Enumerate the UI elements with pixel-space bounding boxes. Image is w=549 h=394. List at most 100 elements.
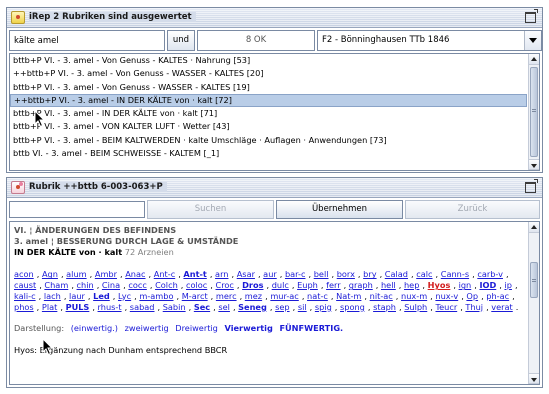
rubric-list[interactable]: bttb+P VI. - 3. amel - Von Genuss - KALT… (9, 53, 540, 171)
remedy-link[interactable]: Lyc (118, 291, 131, 301)
remedy-link[interactable]: Thuj (465, 302, 483, 312)
remedy-link[interactable]: acon (14, 269, 34, 279)
titlebar[interactable]: iRep 2 Rubriken sind ausgewertet (7, 8, 542, 28)
remedy-link[interactable]: Led (93, 291, 110, 301)
remedy-link[interactable]: nux-v (435, 291, 458, 301)
remedy-link[interactable]: arn (215, 269, 228, 279)
remedy-link[interactable]: Nat-m (336, 291, 361, 301)
remedy-link[interactable]: ph-ac (486, 291, 509, 301)
remedy-link[interactable]: Ant-c (154, 269, 175, 279)
titlebar[interactable]: Rubrik ++bttb 6-003-063+P (7, 178, 542, 198)
remedy-link[interactable]: Hyos (428, 280, 451, 290)
search-button[interactable]: Suchen (147, 200, 274, 219)
accept-button[interactable]: Übernehmen (276, 200, 403, 219)
scroll-up-icon[interactable] (529, 222, 539, 233)
scroll-thumb[interactable] (530, 262, 538, 298)
list-item[interactable]: bttb+P VI. - 3. amel - BEIM KALTWERDEN ·… (10, 134, 527, 147)
remedy-link[interactable]: sel (218, 302, 230, 312)
remedy-link[interactable]: M-arct (182, 291, 208, 301)
list-item[interactable]: bttb+P VI. - 3. amel - Von Genuss - WASS… (10, 81, 527, 94)
remedy-link[interactable]: nux-m (401, 291, 427, 301)
remedy-link[interactable]: Dros (242, 280, 263, 290)
remedy-link[interactable]: aur (263, 269, 277, 279)
list-item[interactable]: bttb+P VI. - 3. amel - IN DER KÄLTE von … (10, 107, 527, 120)
remedy-link[interactable]: Teucr (435, 302, 457, 312)
remedy-link[interactable]: Sulph (404, 302, 427, 312)
remedy-link[interactable]: rhus-t (98, 302, 122, 312)
remedy-link[interactable]: chin (77, 280, 94, 290)
remedy-link[interactable]: bar-c (285, 269, 306, 279)
remedy-link[interactable]: nat-c (307, 291, 328, 301)
list-item[interactable]: bttb VI. - 3. amel - BEIM SCHWEISSE - KA… (10, 147, 527, 160)
scroll-thumb[interactable] (530, 67, 538, 157)
maximize-icon[interactable] (525, 179, 538, 193)
remedy-link[interactable]: Sec (194, 302, 210, 312)
chevron-down-icon[interactable] (524, 31, 541, 50)
remedy-link[interactable]: bry (363, 269, 376, 279)
und-button[interactable]: und (167, 30, 195, 51)
remedy-link[interactable]: Calad (385, 269, 408, 279)
remedy-link[interactable]: verat (491, 302, 512, 312)
remedy-link[interactable]: Plat (42, 302, 57, 312)
scroll-down-icon[interactable] (529, 159, 539, 170)
remedy-link[interactable]: IOD (479, 280, 496, 290)
remedy-link[interactable]: Op (466, 291, 478, 301)
list-item[interactable]: ++bttb+P VI. - 3. amel - IN DER KÄLTE vo… (10, 93, 527, 108)
remedy-link[interactable]: sep (275, 302, 290, 312)
remedy-link[interactable]: mez (245, 291, 262, 301)
filter-input[interactable] (9, 201, 145, 218)
remedy-link[interactable]: mur-ac (270, 291, 298, 301)
vertical-scrollbar[interactable] (528, 54, 539, 170)
remedy-link[interactable]: graph (349, 280, 373, 290)
remedy-link[interactable]: hell (381, 280, 396, 290)
remedy-link[interactable]: Ambr (95, 269, 117, 279)
remedy-link[interactable]: sabad (130, 302, 155, 312)
maximize-icon[interactable] (525, 9, 538, 23)
remedy-link[interactable]: nit-ac (370, 291, 393, 301)
remedy-link[interactable]: caust (14, 280, 36, 290)
remedy-link[interactable]: carb-v (477, 269, 503, 279)
remedy-link[interactable]: Cham (44, 280, 68, 290)
remedy-link[interactable]: ign (459, 280, 472, 290)
remedy-link[interactable]: staph (373, 302, 396, 312)
remedy-link[interactable]: Seneg (238, 302, 267, 312)
scroll-down-icon[interactable] (529, 373, 539, 384)
remedy-link[interactable]: PULS (66, 302, 90, 312)
remedy-link[interactable]: Sabin (163, 302, 186, 312)
remedy-link[interactable]: alum (66, 269, 86, 279)
remedy-link[interactable]: Euph (297, 280, 318, 290)
remedy-link[interactable]: coloc (186, 280, 207, 290)
remedy-link[interactable]: hep (404, 280, 419, 290)
list-item[interactable]: ++bttb+P VI. - 3. amel - Von Genuss - WA… (10, 67, 527, 80)
remedy-link[interactable]: bell (314, 269, 329, 279)
remedy-link[interactable]: phos (14, 302, 34, 312)
remedy-link[interactable]: spong (340, 302, 365, 312)
remedy-link[interactable]: Colch (155, 280, 178, 290)
remedy-link[interactable]: cocc (128, 280, 147, 290)
remedy-link[interactable]: Cann-s (441, 269, 469, 279)
vertical-scrollbar[interactable] (528, 222, 539, 384)
scroll-up-icon[interactable] (529, 54, 539, 65)
remedy-link[interactable]: kali-c (14, 291, 36, 301)
remedy-link[interactable]: laur (69, 291, 85, 301)
remedy-link[interactable]: Ant-t (183, 269, 206, 279)
remedy-link[interactable]: calc (416, 269, 432, 279)
search-input[interactable] (9, 30, 165, 51)
remedy-link[interactable]: merc (216, 291, 237, 301)
list-item[interactable]: bttb+P VI. - 3. amel - Von Genuss - KALT… (10, 54, 527, 67)
source-select[interactable]: F2 - Bönninghausen TTb 1846 (317, 30, 542, 51)
back-button[interactable]: Zurück (405, 200, 540, 219)
remedy-link[interactable]: Agn (42, 269, 58, 279)
remedy-link[interactable]: dulc (272, 280, 289, 290)
remedy-link[interactable]: spig (315, 302, 332, 312)
remedy-link[interactable]: Croc (216, 280, 234, 290)
remedy-link[interactable]: Asar (237, 269, 255, 279)
remedy-link[interactable]: Cina (102, 280, 120, 290)
remedy-link[interactable]: Anac (125, 269, 145, 279)
remedy-link[interactable]: m-ambo (139, 291, 173, 301)
list-item[interactable]: bttb+P VI. - 3. amel - VON KALTER LUFT ·… (10, 120, 527, 133)
remedy-link[interactable]: ferr (326, 280, 341, 290)
remedy-link[interactable]: borx (337, 269, 355, 279)
remedy-link[interactable]: sil (298, 302, 307, 312)
remedy-link[interactable]: ip (504, 280, 511, 290)
